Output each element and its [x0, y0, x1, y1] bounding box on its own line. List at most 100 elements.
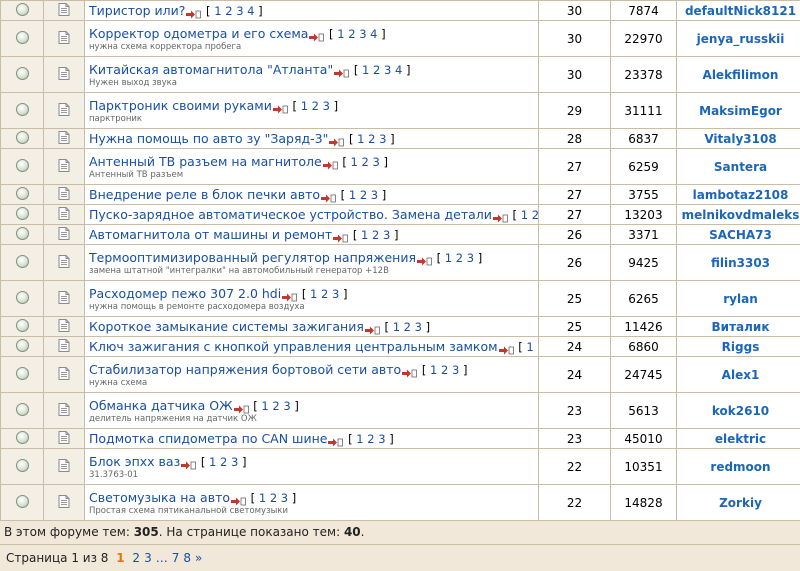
topic-title-link[interactable]: Парктроник своими руками: [89, 98, 272, 113]
topic-author-link[interactable]: elektric: [677, 429, 800, 449]
new-post-arrow-icon[interactable]: [273, 101, 288, 110]
topic-page-link[interactable]: 2: [367, 432, 374, 446]
new-post-arrow-icon[interactable]: [493, 210, 508, 219]
new-post-arrow-icon[interactable]: [329, 134, 344, 143]
topic-page-link[interactable]: 1: [349, 188, 356, 202]
topic-page-link[interactable]: 4: [247, 4, 254, 18]
topic-page-link[interactable]: 2: [362, 155, 369, 169]
topic-author-link[interactable]: Alekfilimon: [677, 57, 800, 93]
topic-title-link[interactable]: Блок эпхх ваз: [89, 454, 180, 469]
topic-author-link[interactable]: lambotaz2108: [677, 185, 800, 205]
topic-title-link[interactable]: Подмотка спидометра по CAN шине: [89, 431, 327, 446]
new-post-arrow-icon[interactable]: [334, 65, 349, 74]
topic-page-link[interactable]: 2: [225, 4, 232, 18]
topic-title-link[interactable]: Обманка датчика ОЖ: [89, 398, 233, 413]
pagination-link[interactable]: 3: [144, 551, 152, 565]
topic-page-link[interactable]: 1: [357, 132, 364, 146]
topic-page-link[interactable]: 2: [220, 455, 227, 469]
topic-page-link[interactable]: 2: [456, 251, 463, 265]
topic-page-link[interactable]: 3: [231, 455, 238, 469]
topic-page-link[interactable]: 3: [371, 188, 378, 202]
topic-page-link[interactable]: 2: [441, 363, 448, 377]
new-post-arrow-icon[interactable]: [402, 365, 417, 374]
new-post-arrow-icon[interactable]: [321, 190, 336, 199]
pagination-link[interactable]: »: [195, 551, 202, 565]
topic-page-link[interactable]: 3: [281, 491, 288, 505]
topic-page-link[interactable]: 2: [373, 63, 380, 77]
topic-page-link[interactable]: 3: [359, 27, 366, 41]
topic-author-link[interactable]: melnikovdmaleks: [677, 205, 800, 225]
topic-author-link[interactable]: defaultNick8121: [677, 1, 800, 21]
topic-page-link[interactable]: 2: [348, 27, 355, 41]
topic-page-link[interactable]: 2: [360, 188, 367, 202]
topic-page-link[interactable]: 1: [526, 340, 533, 354]
topic-page-link[interactable]: 3: [378, 432, 385, 446]
topic-title-link[interactable]: Автомагнитола от машины и ремонт: [89, 227, 332, 242]
topic-title-link[interactable]: Нужна помощь по авто зу "Заряд-3": [89, 131, 328, 146]
new-post-arrow-icon[interactable]: [499, 342, 514, 351]
topic-title-link[interactable]: Светомузыка на авто: [89, 490, 230, 505]
topic-author-link[interactable]: Виталик: [677, 317, 800, 337]
topic-author-link[interactable]: Riggs: [677, 337, 800, 357]
topic-title-link[interactable]: Антенный ТВ разъем на магнитоле: [89, 154, 322, 169]
topic-page-link[interactable]: 1: [445, 251, 452, 265]
topic-page-link[interactable]: 2: [532, 208, 538, 222]
topic-author-link[interactable]: SACHA73: [677, 225, 800, 245]
topic-title-link[interactable]: Расходомер пежо 307 2.0 hdi: [89, 286, 281, 301]
topic-page-link[interactable]: 1: [310, 287, 317, 301]
topic-title-link[interactable]: Ключ зажигания с кнопкой управления цент…: [89, 339, 498, 354]
topic-title-link[interactable]: Стабилизатор напряжения бортовой сети ав…: [89, 362, 401, 377]
topic-page-link[interactable]: 1: [337, 27, 344, 41]
topic-page-link[interactable]: 4: [395, 63, 402, 77]
pagination-link[interactable]: 8: [183, 551, 191, 565]
new-post-arrow-icon[interactable]: [365, 322, 380, 331]
topic-author-link[interactable]: Zorkiy: [677, 485, 800, 521]
topic-author-link[interactable]: MaksimEgor: [677, 93, 800, 129]
new-post-arrow-icon[interactable]: [282, 289, 297, 298]
topic-page-link[interactable]: 3: [415, 320, 422, 334]
topic-title-link[interactable]: Внедрение реле в блок печки авто: [89, 187, 320, 202]
topic-page-link[interactable]: 3: [283, 399, 290, 413]
topic-author-link[interactable]: kok2610: [677, 393, 800, 429]
topic-author-link[interactable]: redmoon: [677, 449, 800, 485]
new-post-arrow-icon[interactable]: [417, 253, 432, 262]
topic-title-link[interactable]: Корректор одометра и его схема: [89, 26, 308, 41]
topic-author-link[interactable]: jenya_russkii: [677, 21, 800, 57]
topic-author-link[interactable]: filin3303: [677, 245, 800, 281]
topic-page-link[interactable]: 3: [373, 155, 380, 169]
topic-page-link[interactable]: 4: [370, 27, 377, 41]
new-post-arrow-icon[interactable]: [231, 493, 246, 502]
topic-title-link[interactable]: Тиристор или?: [89, 3, 185, 18]
topic-title-link[interactable]: Пуско-зарядное автоматическое устройство…: [89, 207, 492, 222]
topic-page-link[interactable]: 3: [323, 99, 330, 113]
new-post-arrow-icon[interactable]: [186, 6, 201, 15]
topic-page-link[interactable]: 1: [521, 208, 528, 222]
topic-page-link[interactable]: 1: [351, 155, 358, 169]
topic-page-link[interactable]: 1: [430, 363, 437, 377]
new-post-arrow-icon[interactable]: [234, 401, 249, 410]
new-post-arrow-icon[interactable]: [181, 457, 196, 466]
new-post-arrow-icon[interactable]: [333, 230, 348, 239]
topic-page-link[interactable]: 1: [261, 399, 268, 413]
topic-author-link[interactable]: Vitaly3108: [677, 129, 800, 149]
new-post-arrow-icon[interactable]: [323, 157, 338, 166]
topic-title-link[interactable]: Термооптимизированный регулятор напряжен…: [89, 250, 416, 265]
pagination-link[interactable]: 7: [172, 551, 180, 565]
topic-page-link[interactable]: 1: [361, 228, 368, 242]
topic-page-link[interactable]: 1: [393, 320, 400, 334]
topic-page-link[interactable]: 2: [537, 340, 538, 354]
topic-page-link[interactable]: 2: [272, 399, 279, 413]
topic-page-link[interactable]: 1: [259, 491, 266, 505]
topic-page-link[interactable]: 2: [368, 132, 375, 146]
new-post-arrow-icon[interactable]: [309, 29, 324, 38]
topic-page-link[interactable]: 3: [467, 251, 474, 265]
topic-author-link[interactable]: rylan: [677, 281, 800, 317]
new-post-arrow-icon[interactable]: [328, 434, 343, 443]
topic-page-link[interactable]: 3: [452, 363, 459, 377]
topic-page-link[interactable]: 1: [362, 63, 369, 77]
topic-page-link[interactable]: 1: [301, 99, 308, 113]
topic-title-link[interactable]: Короткое замыкание системы зажигания: [89, 319, 364, 334]
topic-page-link[interactable]: 2: [372, 228, 379, 242]
topic-page-link[interactable]: 3: [332, 287, 339, 301]
pagination-link[interactable]: 2: [132, 551, 140, 565]
